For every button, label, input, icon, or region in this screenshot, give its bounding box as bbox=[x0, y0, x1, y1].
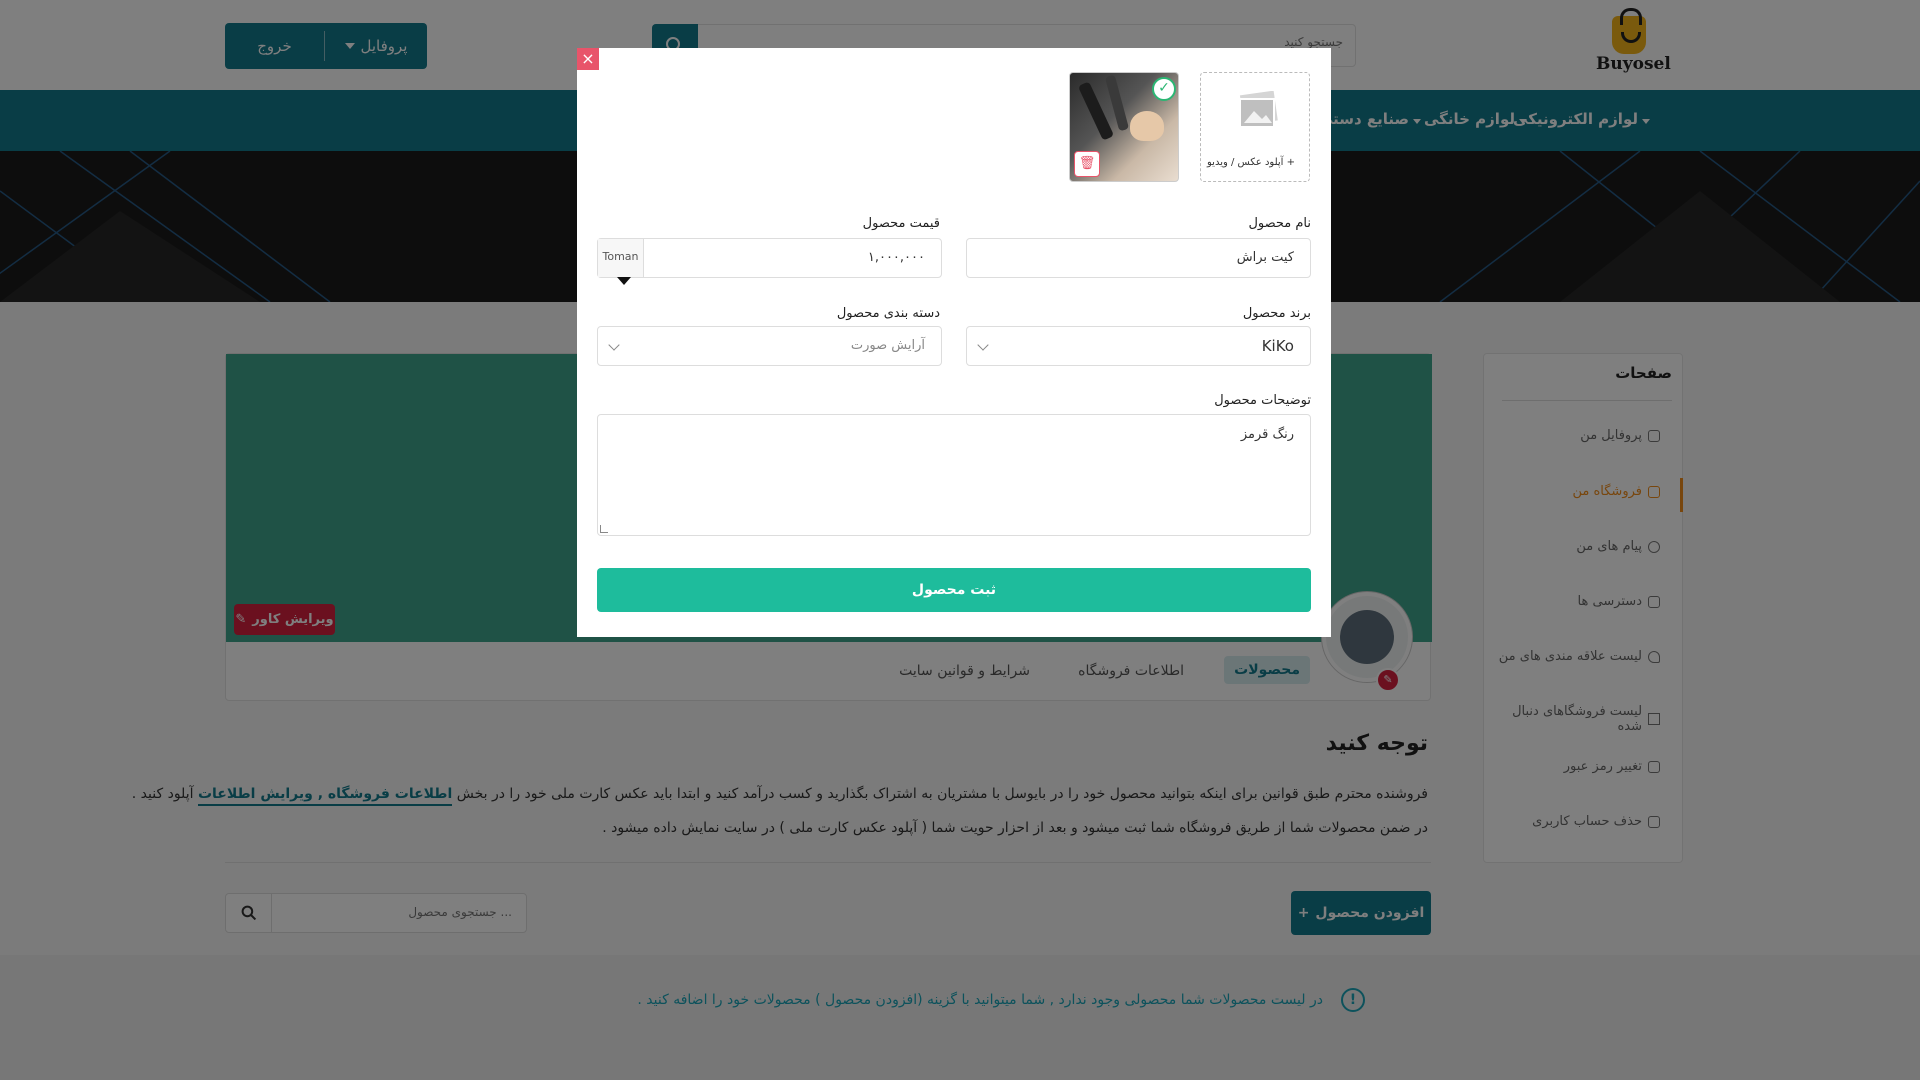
brush-shape bbox=[1130, 111, 1164, 141]
product-description-field[interactable]: رنگ قرمز bbox=[597, 414, 1311, 536]
delete-image-button[interactable]: 🗑 bbox=[1074, 151, 1100, 177]
chevron-down-icon bbox=[977, 339, 989, 351]
submit-product-button[interactable]: ثبت محصول bbox=[597, 568, 1311, 612]
product-category-select[interactable]: آرایش صورت bbox=[597, 326, 942, 366]
product-price-field[interactable]: Toman ۱,۰۰۰,۰۰۰ bbox=[597, 238, 942, 278]
product-price-label: قیمت محصول bbox=[862, 216, 940, 231]
trash-icon: 🗑 bbox=[1078, 156, 1096, 171]
close-button[interactable]: × bbox=[577, 48, 599, 70]
product-category-label: دسته بندی محصول bbox=[836, 306, 940, 321]
currency-label: Toman bbox=[598, 239, 644, 277]
caret-down-icon bbox=[617, 277, 631, 285]
product-description-value: رنگ قرمز bbox=[1240, 427, 1294, 442]
add-product-modal: × + آپلود عکس / ویدیو ✓ 🗑 نام محصول کیت … bbox=[577, 48, 1331, 637]
product-category-value: آرایش صورت bbox=[850, 338, 925, 353]
product-price-value: ۱,۰۰۰,۰۰۰ bbox=[867, 250, 925, 265]
product-brand-value: KiKo bbox=[1261, 337, 1294, 355]
product-name-label: نام محصول bbox=[1248, 216, 1311, 231]
image-placeholder-icon bbox=[1239, 91, 1278, 128]
uploaded-image-thumbnail: ✓ 🗑 bbox=[1069, 72, 1179, 182]
product-name-value: کیت براش bbox=[1236, 250, 1294, 265]
product-brand-select[interactable]: KiKo bbox=[966, 326, 1311, 366]
resize-handle[interactable] bbox=[600, 525, 608, 533]
check-icon: ✓ bbox=[1152, 77, 1176, 101]
upload-media-label: + آپلود عکس / ویدیو bbox=[1207, 157, 1296, 168]
product-name-field[interactable]: کیت براش bbox=[966, 238, 1311, 278]
product-brand-label: برند محصول bbox=[1242, 306, 1311, 321]
chevron-down-icon bbox=[608, 339, 620, 351]
product-description-label: توضیحات محصول bbox=[1214, 393, 1311, 408]
upload-media-button[interactable]: + آپلود عکس / ویدیو bbox=[1200, 72, 1310, 182]
